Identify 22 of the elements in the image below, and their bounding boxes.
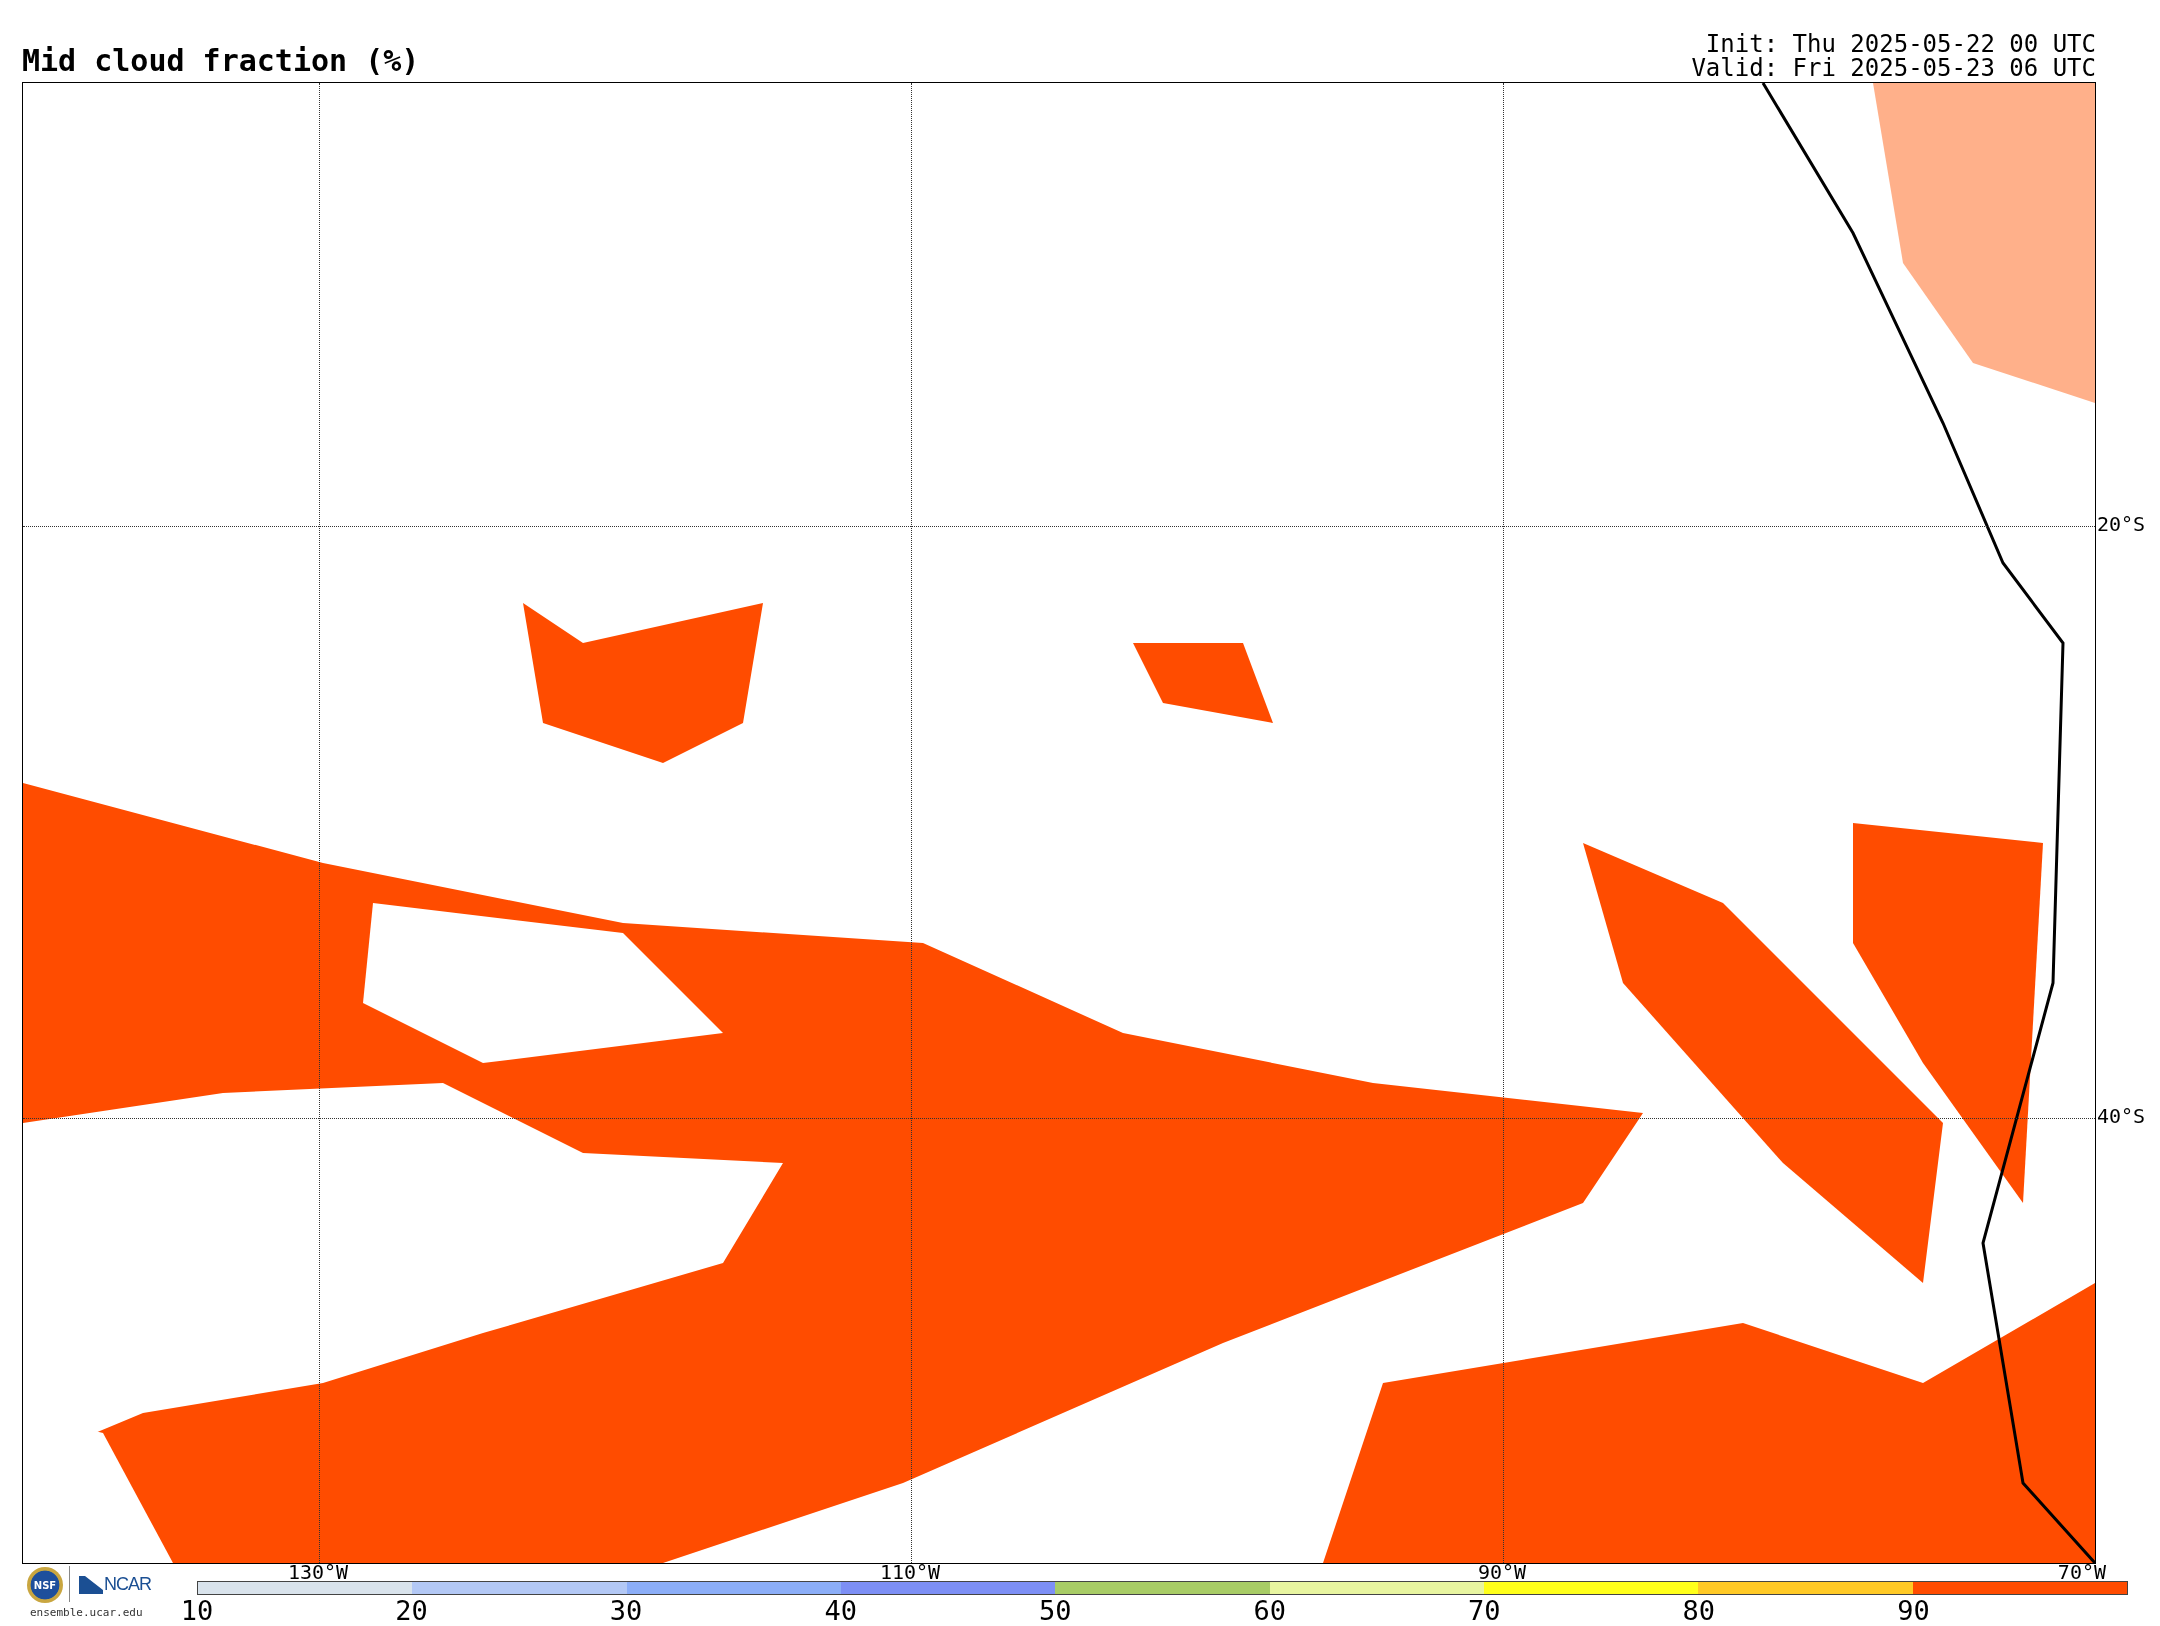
scale-tick-label: 20 [395, 1596, 428, 1626]
scale-tick-label: 60 [1253, 1596, 1286, 1626]
scale-tick-label: 80 [1682, 1596, 1716, 1626]
valid-time-label: Valid: Fri 2025-05-23 06 UTC [1691, 56, 2096, 80]
scale-tick-label: 10 [180, 1596, 214, 1626]
scale-tick-label: 50 [1038, 1596, 1072, 1626]
longitude-label: 110°W [879, 1561, 941, 1583]
organization-logo-text: NCAR [104, 1574, 151, 1595]
website-label: ensemble.ucar.edu [30, 1606, 143, 1619]
longitude-label: 70°W [2057, 1561, 2107, 1583]
triangle-logo-icon [79, 1576, 103, 1594]
latitude-label: 40°S [2097, 1105, 2146, 1127]
longitude-label: 90°W [1477, 1561, 1527, 1583]
scale-tick-label: 40 [824, 1596, 857, 1626]
seal-logo: NSF [27, 1567, 63, 1603]
scale-tick-label: 30 [609, 1596, 643, 1626]
latitude-label: 20°S [2097, 513, 2146, 535]
chart-title: Mid cloud fraction (%) [22, 44, 420, 78]
scale-tick-label: 90 [1897, 1596, 1930, 1626]
init-time-label: Init: Thu 2025-05-22 00 UTC [1705, 32, 2096, 56]
scale-tick-label: 70 [1468, 1596, 1501, 1626]
longitude-label: 130°W [287, 1561, 349, 1583]
